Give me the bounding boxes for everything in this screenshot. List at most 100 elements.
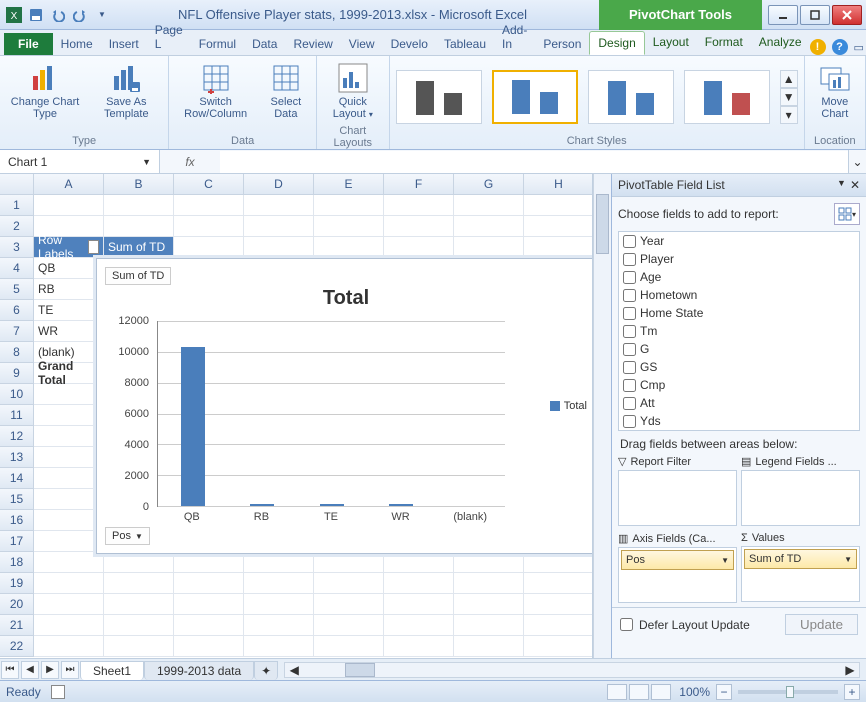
axis-fields-area[interactable]: ▥Axis Fields (Ca... Pos▼ <box>618 530 737 603</box>
dropdown-icon[interactable]: ▼ <box>142 157 151 167</box>
cell[interactable] <box>104 552 174 573</box>
chart-title[interactable]: Total <box>97 287 593 310</box>
tab-home[interactable]: Home <box>53 33 101 55</box>
chart-style-2[interactable] <box>492 70 578 124</box>
cell[interactable] <box>34 636 104 657</box>
tab-design[interactable]: Design <box>589 31 644 55</box>
name-box[interactable]: Chart 1 ▼ <box>0 150 160 173</box>
sheet-tab[interactable]: 1999-2013 data <box>144 661 254 680</box>
row-header[interactable]: 18 <box>0 552 34 573</box>
row-header[interactable]: 9 <box>0 363 34 384</box>
save-icon[interactable] <box>26 5 46 25</box>
cell[interactable] <box>34 195 104 216</box>
cell[interactable] <box>314 195 384 216</box>
field-item[interactable]: GS <box>619 358 859 376</box>
field-checkbox[interactable] <box>623 325 636 338</box>
cell[interactable] <box>524 573 593 594</box>
cell[interactable] <box>384 573 454 594</box>
cell[interactable] <box>454 573 524 594</box>
cell[interactable] <box>244 552 314 573</box>
tab-person[interactable]: Person <box>535 33 589 55</box>
formula-input[interactable] <box>220 151 848 173</box>
row-header[interactable]: 7 <box>0 321 34 342</box>
field-checkbox[interactable] <box>623 379 636 392</box>
cell[interactable] <box>384 615 454 636</box>
values-area[interactable]: ΣValues Sum of TD▼ <box>741 530 860 603</box>
cell[interactable] <box>524 636 593 657</box>
cell[interactable] <box>34 552 104 573</box>
cell[interactable] <box>174 573 244 594</box>
cell[interactable]: Grand Total <box>34 363 104 384</box>
defer-update-checkbox[interactable] <box>620 618 633 631</box>
row-header[interactable]: 17 <box>0 531 34 552</box>
field-checkbox[interactable] <box>623 361 636 374</box>
cell[interactable] <box>104 615 174 636</box>
row-header[interactable]: 15 <box>0 489 34 510</box>
report-filter-area[interactable]: ▽Report Filter <box>618 453 737 526</box>
cell[interactable] <box>244 594 314 615</box>
field-item[interactable]: Hometown <box>619 286 859 304</box>
help-icon[interactable]: ? <box>832 39 848 55</box>
field-item[interactable]: Tm <box>619 322 859 340</box>
cell[interactable] <box>314 216 384 237</box>
field-checkbox[interactable] <box>623 397 636 410</box>
cell[interactable] <box>454 552 524 573</box>
cell[interactable] <box>34 468 104 489</box>
save-as-template-button[interactable]: Save As Template <box>90 60 162 122</box>
field-checkbox[interactable] <box>623 235 636 248</box>
cell[interactable] <box>454 615 524 636</box>
col-header[interactable]: B <box>104 174 174 195</box>
filter-dropdown-icon[interactable]: ▼ <box>88 240 99 254</box>
cell[interactable]: WR <box>34 321 104 342</box>
zoom-slider[interactable] <box>738 690 838 694</box>
cell[interactable] <box>384 237 454 258</box>
col-header[interactable]: H <box>524 174 593 195</box>
view-buttons[interactable] <box>607 684 671 700</box>
maximize-button[interactable] <box>800 5 830 25</box>
cell[interactable] <box>244 573 314 594</box>
cell[interactable] <box>314 573 384 594</box>
row-header[interactable]: 1 <box>0 195 34 216</box>
tab-review[interactable]: Review <box>285 33 340 55</box>
chart-legend[interactable]: Total <box>550 400 587 412</box>
cell[interactable] <box>524 216 593 237</box>
cell[interactable] <box>104 195 174 216</box>
tab-tableau[interactable]: Tableau <box>436 33 494 55</box>
cell[interactable] <box>34 447 104 468</box>
row-header[interactable]: 3 <box>0 237 34 258</box>
cell[interactable] <box>174 552 244 573</box>
new-sheet-button[interactable]: ✦ <box>254 661 278 680</box>
field-list[interactable]: YearPlayerAgeHometownHome StateTmGGSCmpA… <box>618 231 860 431</box>
cell[interactable] <box>104 216 174 237</box>
field-checkbox[interactable] <box>623 343 636 356</box>
cell[interactable] <box>244 195 314 216</box>
tab-format[interactable]: Format <box>697 31 751 55</box>
field-item[interactable]: G <box>619 340 859 358</box>
cell[interactable] <box>314 237 384 258</box>
cell[interactable] <box>34 615 104 636</box>
values-field-sum-td[interactable]: Sum of TD▼ <box>744 549 857 569</box>
cell[interactable] <box>384 216 454 237</box>
row-header[interactable]: 6 <box>0 300 34 321</box>
row-header[interactable]: 2 <box>0 216 34 237</box>
chart-style-4[interactable] <box>684 70 770 124</box>
row-header[interactable]: 20 <box>0 594 34 615</box>
field-checkbox[interactable] <box>623 253 636 266</box>
cell[interactable]: QB <box>34 258 104 279</box>
field-item[interactable]: Year <box>619 232 859 250</box>
field-item[interactable]: Player <box>619 250 859 268</box>
field-item[interactable]: Att <box>619 394 859 412</box>
cell[interactable] <box>244 615 314 636</box>
cell[interactable] <box>524 237 593 258</box>
close-button[interactable] <box>832 5 862 25</box>
select-all-corner[interactable] <box>0 174 34 195</box>
axis-field-pos[interactable]: Pos▼ <box>621 550 734 570</box>
cell[interactable] <box>34 489 104 510</box>
col-header[interactable]: E <box>314 174 384 195</box>
tab-formul[interactable]: Formul <box>191 33 244 55</box>
horizontal-scrollbar[interactable]: ◀▶ <box>284 662 860 678</box>
field-item[interactable]: Yds <box>619 412 859 430</box>
switch-row-column-button[interactable]: Switch Row/Column <box>175 60 255 122</box>
macro-record-icon[interactable] <box>51 685 65 699</box>
row-header[interactable]: 16 <box>0 510 34 531</box>
